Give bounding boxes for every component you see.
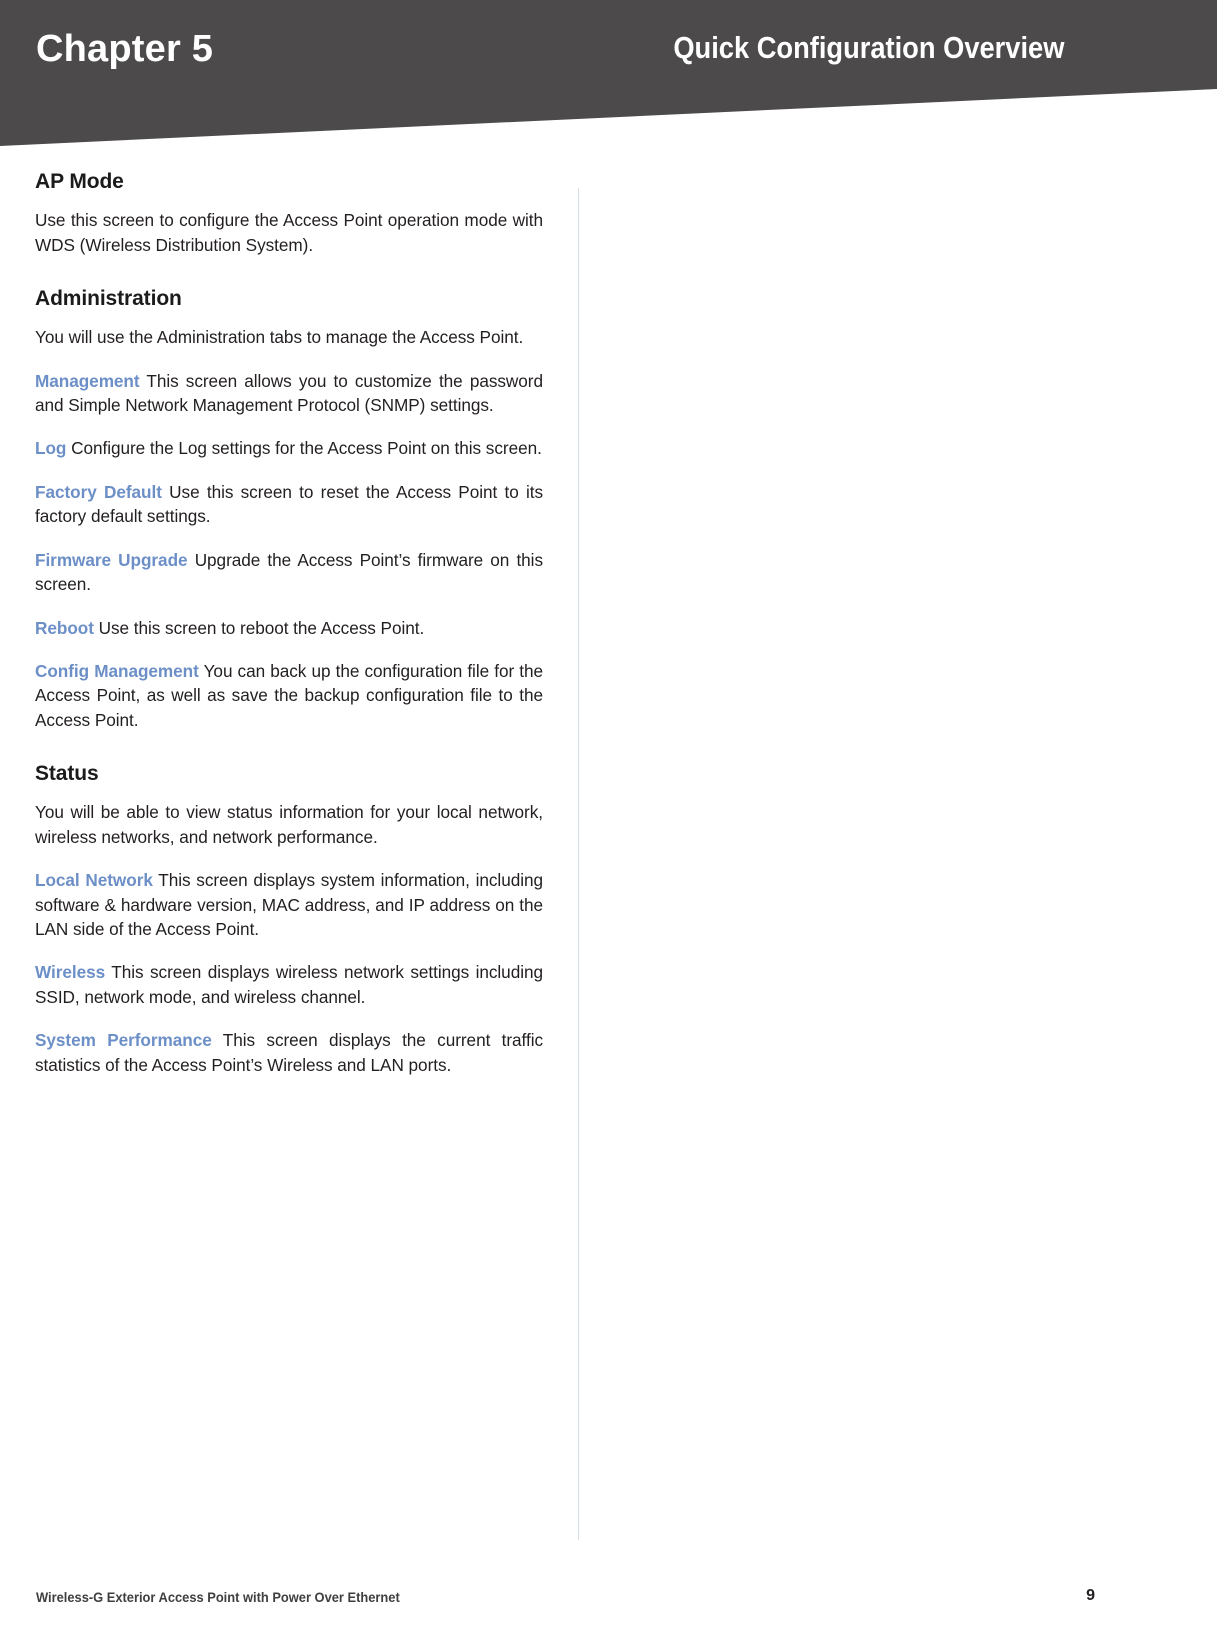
term-system-performance: System Performance [35, 1030, 212, 1051]
section-administration: Administration You will use the Administ… [35, 287, 543, 732]
term-wireless: Wireless [35, 962, 106, 983]
paragraph-wireless: Wireless This screen displays wireless n… [35, 960, 543, 1009]
page-footer: Wireless-G Exterior Access Point with Po… [0, 1561, 1217, 1651]
paragraph-text: This screen displays wireless network se… [35, 962, 543, 1007]
left-column: AP Mode Use this screen to configure the… [35, 170, 543, 1077]
header-banner-shape [0, 0, 1217, 146]
paragraph-text: You will use the Administration tabs to … [35, 327, 524, 348]
paragraph-text: Configure the Log settings for the Acces… [71, 438, 542, 459]
paragraph-text: Use this screen to reboot the Access Poi… [98, 617, 425, 638]
section-heading-status: Status [35, 762, 99, 786]
paragraph: Use this screen to configure the Access … [35, 208, 543, 257]
footer-product-name: Wireless-G Exterior Access Point with Po… [36, 1589, 400, 1605]
paragraph-reboot: Reboot Use this screen to reboot the Acc… [35, 616, 543, 640]
paragraph-system-performance: System Performance This screen displays … [35, 1028, 543, 1077]
paragraph-log: Log Configure the Log settings for the A… [35, 436, 543, 460]
paragraph-management: Management This screen allows you to cus… [35, 369, 543, 418]
term-local-network: Local Network [35, 870, 153, 891]
page-title: Quick Configuration Overview [672, 30, 1064, 65]
section-heading-administration: Administration [35, 286, 182, 310]
paragraph-config-management: Config Management You can back up the co… [35, 659, 543, 732]
paragraph-local-network: Local Network This screen displays syste… [35, 868, 543, 941]
paragraph-text: You will be able to view status informat… [35, 802, 543, 847]
column-divider [578, 188, 579, 1540]
paragraph-firmware-upgrade: Firmware Upgrade Upgrade the Access Poin… [35, 548, 543, 597]
paragraph-text: Use this screen to configure the Access … [35, 210, 543, 255]
page-header-banner: Chapter 5 Quick Configuration Overview [0, 0, 1217, 150]
term-log: Log [35, 438, 67, 459]
section-ap-mode: AP Mode Use this screen to configure the… [35, 170, 543, 257]
term-reboot: Reboot [35, 617, 94, 638]
footer-page-number: 9 [1086, 1587, 1095, 1604]
term-factory-default: Factory Default [35, 481, 162, 502]
paragraph: You will use the Administration tabs to … [35, 325, 543, 349]
term-config-management: Config Management [35, 660, 199, 681]
section-status: Status You will be able to view status i… [35, 762, 543, 1077]
term-firmware-upgrade: Firmware Upgrade [35, 549, 188, 570]
term-management: Management [35, 370, 140, 391]
paragraph-factory-default: Factory Default Use this screen to reset… [35, 480, 543, 529]
page-content: AP Mode Use this screen to configure the… [0, 170, 1217, 1550]
chapter-label: Chapter 5 [36, 28, 214, 70]
section-heading-ap-mode: AP Mode [35, 170, 124, 193]
paragraph: You will be able to view status informat… [35, 800, 543, 849]
